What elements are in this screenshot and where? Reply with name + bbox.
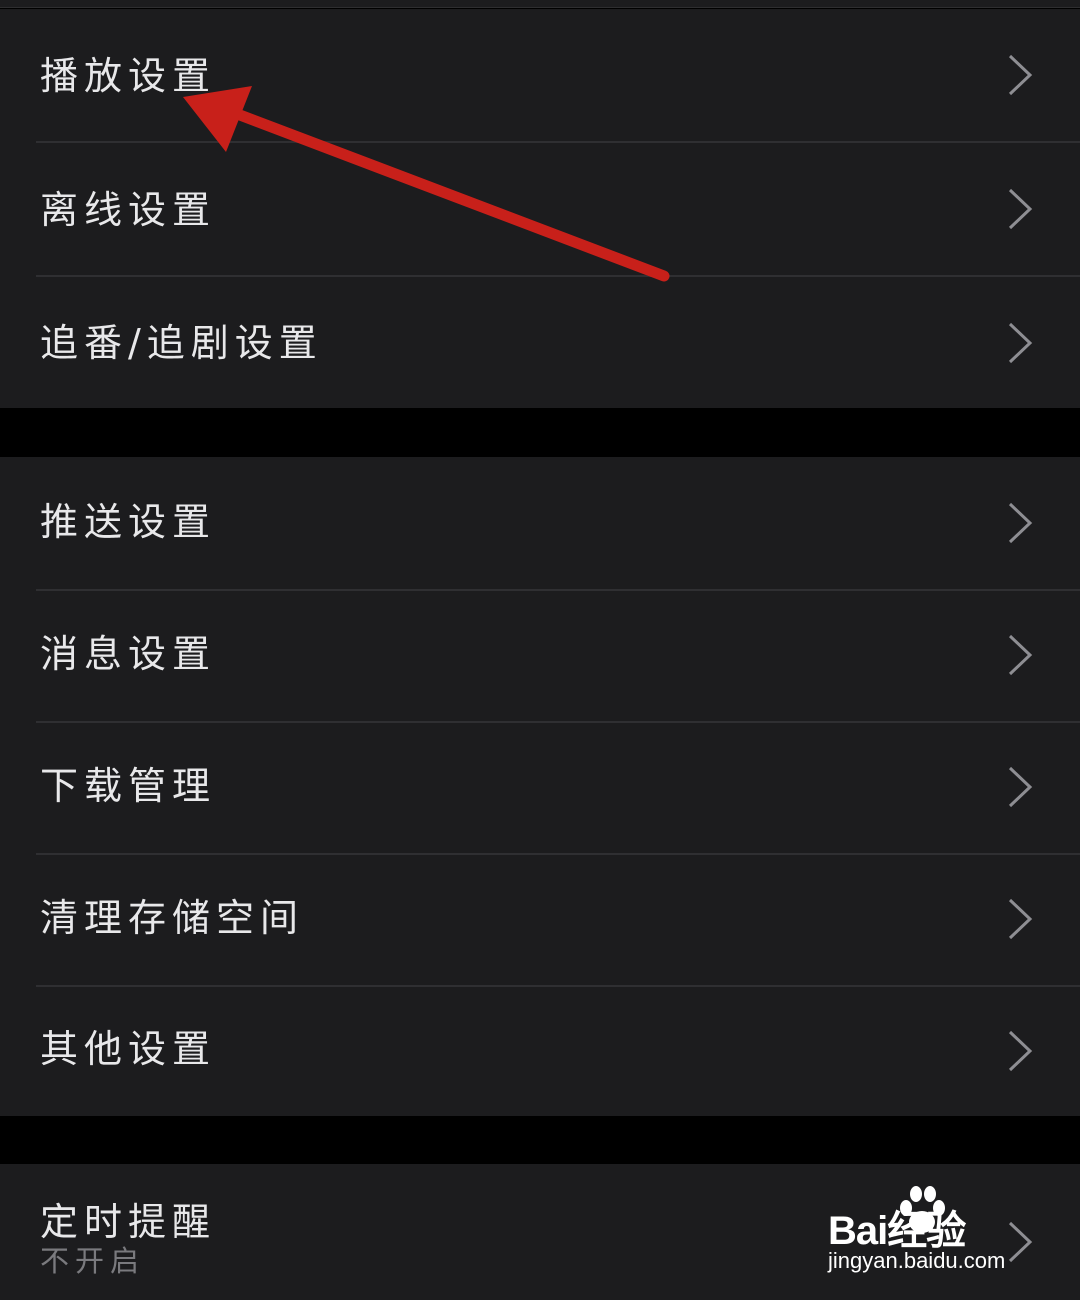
settings-row-timed-reminder[interactable]: 定时提醒 不开启: [0, 1164, 1080, 1300]
chevron-right-icon: [1008, 188, 1033, 230]
row-label: 消息设置: [40, 632, 217, 676]
chevron-right-icon: [1008, 54, 1033, 96]
settings-row-messages[interactable]: 消息设置: [0, 591, 1080, 721]
chevron-right-icon: [1008, 634, 1033, 676]
row-label: 追番/追剧设置: [40, 321, 323, 365]
chevron-right-icon: [1008, 1030, 1033, 1072]
settings-row-playback[interactable]: 播放设置: [0, 9, 1080, 141]
settings-row-follow-series[interactable]: 追番/追剧设置: [0, 277, 1080, 408]
chevron-right-icon: [1008, 502, 1033, 544]
row-label: 清理存储空间: [40, 896, 305, 940]
row-label: 下载管理: [40, 764, 217, 808]
settings-row-offline[interactable]: 离线设置: [0, 143, 1080, 275]
row-label: 离线设置: [40, 188, 217, 232]
settings-group-reminder: 定时提醒 不开启: [0, 1164, 1080, 1300]
settings-row-push[interactable]: 推送设置: [0, 457, 1080, 589]
row-value: 不开启: [40, 1244, 146, 1278]
chevron-right-icon: [1008, 1221, 1033, 1263]
row-label: 其他设置: [40, 1027, 217, 1071]
settings-row-other[interactable]: 其他设置: [0, 987, 1080, 1116]
row-label: 定时提醒: [40, 1200, 217, 1244]
chevron-right-icon: [1008, 766, 1033, 808]
settings-group-general: 推送设置 消息设置 下载管理 清理存储空间 其他设置: [0, 457, 1080, 1116]
chevron-right-icon: [1008, 898, 1033, 940]
settings-group-playback: 播放设置 离线设置 追番/追剧设置: [0, 9, 1080, 408]
settings-row-downloads[interactable]: 下载管理: [0, 723, 1080, 853]
settings-row-clear-storage[interactable]: 清理存储空间: [0, 855, 1080, 985]
top-edge: [0, 0, 1080, 8]
chevron-right-icon: [1008, 322, 1033, 364]
row-label: 推送设置: [40, 500, 217, 544]
row-label: 播放设置: [40, 54, 217, 98]
